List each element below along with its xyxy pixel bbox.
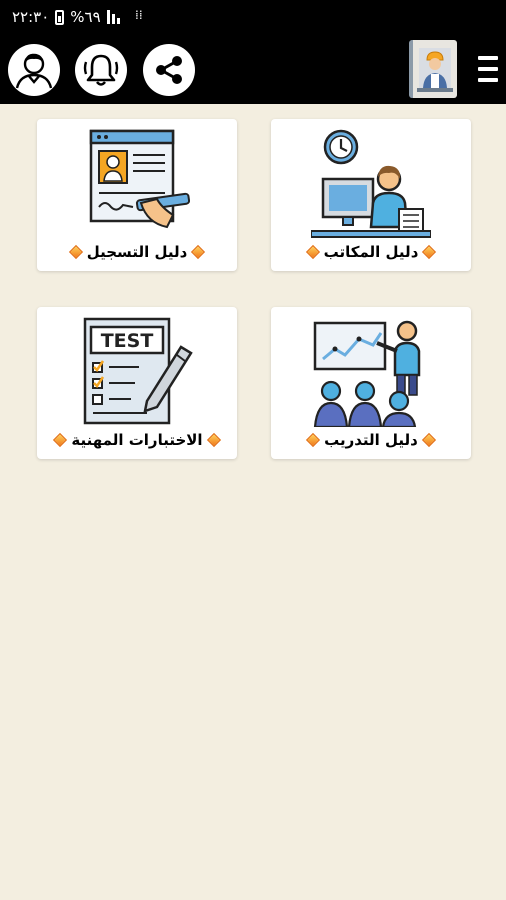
card-tests[interactable]: TEST الاختبارات المهنية: [37, 307, 237, 459]
card-registration-label: دليل التسجيل: [37, 241, 237, 263]
app-toolbar: [0, 34, 506, 104]
bell-icon: [83, 54, 119, 86]
test-sheet-title: TEST: [101, 330, 154, 352]
diamond-bullet-icon: [306, 432, 321, 448]
card-offices[interactable]: دليل المكاتب: [271, 119, 471, 271]
card-tests-label: الاختبارات المهنية: [37, 429, 237, 451]
app-logo: [409, 40, 457, 98]
office-worker-icon: [311, 129, 431, 238]
share-icon: [156, 56, 182, 84]
status-bar: ٢٢:٣٠ %٦٩ ⁞⁞: [0, 0, 506, 34]
share-button[interactable]: [143, 44, 195, 96]
card-registration[interactable]: دليل التسجيل: [37, 119, 237, 271]
card-offices-label: دليل المكاتب: [271, 241, 471, 263]
diamond-bullet-icon: [305, 244, 320, 260]
diamond-bullet-icon: [422, 244, 437, 260]
battery-icon: [55, 9, 65, 25]
hamburger-menu-icon[interactable]: [478, 56, 498, 82]
diamond-bullet-icon: [191, 244, 206, 260]
test-paper-icon: TEST: [83, 317, 193, 425]
diamond-bullet-icon: [53, 432, 68, 448]
diamond-bullet-icon: [68, 244, 83, 260]
card-training[interactable]: دليل التدريب: [271, 307, 471, 459]
profile-button[interactable]: [8, 44, 60, 96]
status-bar-left: ٢٢:٣٠ %٦٩: [12, 8, 120, 26]
card-training-label: دليل التدريب: [271, 429, 471, 451]
notifications-button[interactable]: [75, 44, 127, 96]
diamond-bullet-icon: [421, 432, 436, 448]
user-avatar-icon: [15, 53, 53, 89]
diamond-bullet-icon: [206, 432, 221, 448]
engineer-logo-icon: [417, 48, 453, 92]
signal-icon: [106, 10, 120, 24]
battery-level: %٦٩: [70, 8, 101, 26]
registration-form-icon: [89, 129, 191, 229]
clock: ٢٢:٣٠: [12, 8, 50, 26]
notification-dots-icon: ⁞⁞: [135, 8, 143, 22]
training-presentation-icon: [313, 320, 421, 427]
